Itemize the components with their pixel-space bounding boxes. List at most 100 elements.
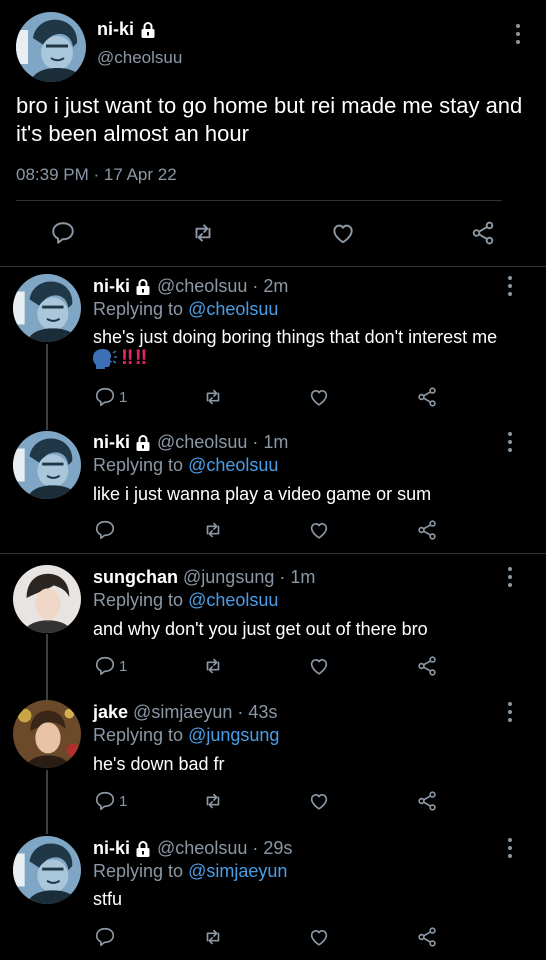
like-button[interactable] xyxy=(308,519,330,541)
more-options-icon[interactable] xyxy=(513,24,523,44)
like-button[interactable] xyxy=(308,655,330,677)
author-handle: @cheolsuu · 1m xyxy=(157,432,289,452)
reply-text: like i just wanna play a video game or s… xyxy=(93,484,432,504)
main-author-handle[interactable]: @cheolsuu xyxy=(97,48,182,68)
share-button[interactable] xyxy=(416,926,438,948)
avatar[interactable] xyxy=(13,431,81,499)
reply-icon xyxy=(94,655,116,677)
share-icon xyxy=(470,220,496,246)
avatar[interactable] xyxy=(13,700,81,768)
reply-count: 1 xyxy=(119,792,128,810)
exclamation-emoji: ‼ xyxy=(121,346,134,369)
reply-header[interactable]: sungchan @jungsung · 1m xyxy=(93,567,315,588)
reply-icon xyxy=(94,790,116,812)
like-button[interactable] xyxy=(330,220,356,246)
share-button[interactable] xyxy=(416,655,438,677)
share-button[interactable] xyxy=(416,519,438,541)
lock-icon xyxy=(140,21,156,39)
replying-prefix: Replying to xyxy=(93,725,184,745)
mention-link[interactable]: @cheolsuu xyxy=(188,590,278,610)
reply-header[interactable]: ni-ki @cheolsuu · 29s xyxy=(93,838,292,859)
divider xyxy=(16,200,502,201)
retweet-icon xyxy=(202,790,224,812)
reply-button[interactable] xyxy=(94,519,116,541)
reply-text: and why don't you just get out of there … xyxy=(93,619,428,639)
retweet-button[interactable] xyxy=(190,220,216,246)
thread-line xyxy=(46,634,48,702)
mention-link[interactable]: @simjaeyun xyxy=(188,861,287,881)
replying-prefix: Replying to xyxy=(93,590,184,610)
reply-icon xyxy=(94,519,116,541)
tweet-timestamp[interactable]: 08:39 PM · 17 Apr 22 xyxy=(16,165,177,185)
more-options-icon[interactable] xyxy=(505,567,515,587)
retweet-button[interactable] xyxy=(202,519,224,541)
reply-header[interactable]: ni-ki @cheolsuu · 1m xyxy=(93,432,288,453)
author-name: ni-ki xyxy=(93,276,131,296)
author-name: ni-ki xyxy=(97,19,135,39)
main-author-name[interactable]: ni-ki xyxy=(97,19,156,40)
main-tweet: ni-ki @cheolsuu bro i just want to go ho… xyxy=(0,0,546,267)
reply-count: 1 xyxy=(119,388,128,406)
retweet-icon xyxy=(190,220,216,246)
share-button[interactable] xyxy=(470,220,496,246)
avatar[interactable] xyxy=(13,836,81,904)
heart-icon xyxy=(308,790,330,812)
replying-to: Replying to @cheolsuu xyxy=(93,455,278,476)
mention-link[interactable]: @jungsung xyxy=(188,725,279,745)
replying-to: Replying to @cheolsuu xyxy=(93,590,278,611)
reply-button[interactable]: 1 xyxy=(94,655,127,677)
heart-icon xyxy=(308,655,330,677)
author-handle: @cheolsuu · 29s xyxy=(157,838,293,858)
reply-count: 1 xyxy=(119,657,128,675)
divider xyxy=(0,553,546,554)
retweet-button[interactable] xyxy=(202,386,224,408)
lock-icon xyxy=(135,434,151,452)
reply-button[interactable]: 1 xyxy=(94,386,127,408)
reply-button[interactable] xyxy=(94,926,116,948)
like-button[interactable] xyxy=(308,386,330,408)
reply-button[interactable] xyxy=(50,220,76,246)
author-name: ni-ki xyxy=(93,432,131,452)
author-handle: @jungsung · 1m xyxy=(183,567,316,587)
reply-header[interactable]: jake @simjaeyun · 43s xyxy=(93,702,277,723)
replying-prefix: Replying to xyxy=(93,455,184,475)
author-name: jake xyxy=(93,702,129,722)
avatar[interactable] xyxy=(13,565,81,633)
retweet-icon xyxy=(202,655,224,677)
like-button[interactable] xyxy=(308,790,330,812)
retweet-button[interactable] xyxy=(202,926,224,948)
author-handle: @simjaeyun · 43s xyxy=(133,702,278,722)
avatar[interactable] xyxy=(16,12,86,82)
thread-line xyxy=(46,344,48,430)
reply-text: stfu xyxy=(93,889,123,909)
reply-text: he's down bad fr xyxy=(93,754,225,774)
more-options-icon[interactable] xyxy=(505,432,515,452)
more-options-icon[interactable] xyxy=(505,838,515,858)
more-options-icon[interactable] xyxy=(505,276,515,296)
replying-prefix: Replying to xyxy=(93,861,184,881)
reply-icon xyxy=(94,926,116,948)
avatar[interactable] xyxy=(13,274,81,342)
reply-icon xyxy=(94,386,116,408)
mention-link[interactable]: @cheolsuu xyxy=(188,455,278,475)
retweet-icon xyxy=(202,926,224,948)
reply-button[interactable]: 1 xyxy=(94,790,127,812)
share-button[interactable] xyxy=(416,386,438,408)
share-icon xyxy=(416,386,438,408)
more-options-icon[interactable] xyxy=(505,702,515,722)
retweet-button[interactable] xyxy=(202,655,224,677)
thread-line xyxy=(46,770,48,834)
replying-to: Replying to @cheolsuu xyxy=(93,299,278,320)
exclamation-emoji: ‼ xyxy=(134,346,148,369)
like-button[interactable] xyxy=(308,926,330,948)
tweet-text: bro i just want to go home but rei made … xyxy=(16,93,523,146)
retweet-button[interactable] xyxy=(202,790,224,812)
share-icon xyxy=(416,655,438,677)
share-button[interactable] xyxy=(416,790,438,812)
mention-link[interactable]: @cheolsuu xyxy=(188,299,278,319)
heart-icon xyxy=(308,386,330,408)
heart-icon xyxy=(308,926,330,948)
reply-header[interactable]: ni-ki @cheolsuu · 2m xyxy=(93,276,288,297)
share-icon xyxy=(416,790,438,812)
retweet-icon xyxy=(202,519,224,541)
